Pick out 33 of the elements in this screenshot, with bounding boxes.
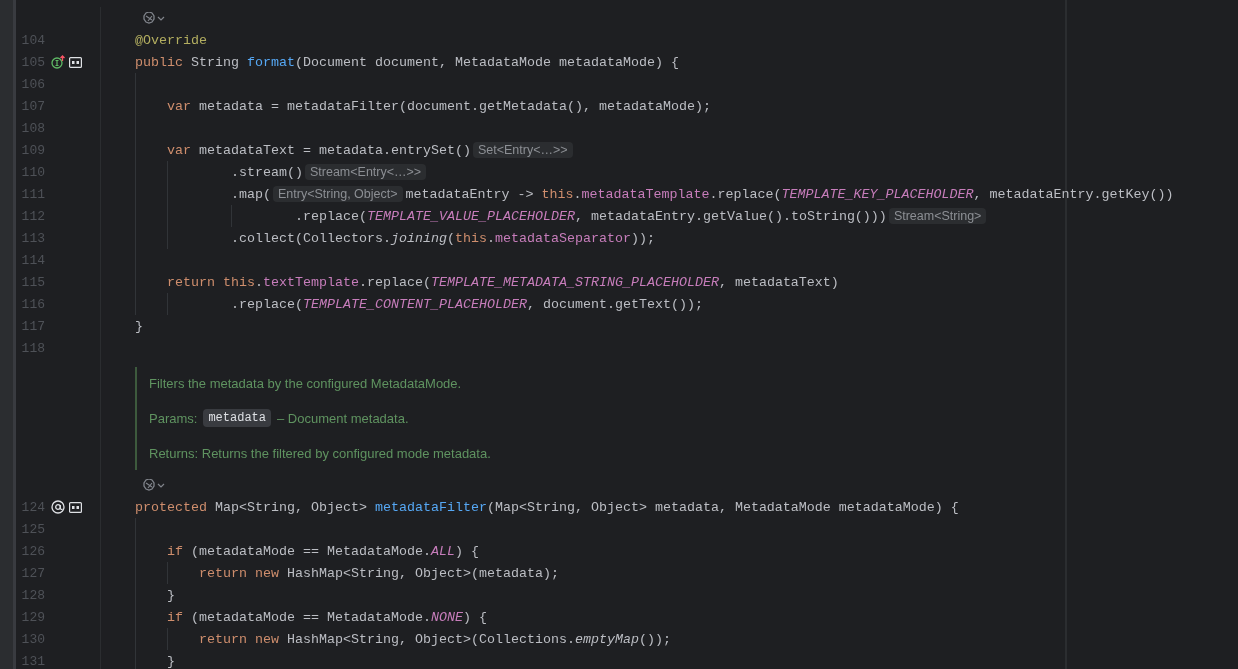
code-text: return new HashMap<String, Object>(metadata);: [199, 565, 559, 581]
code-text: .replace(TEMPLATE_VALUE_PLACEHOLDER, metadataEntry.getValue().toString())): [295, 208, 887, 224]
code-text: public String format(Document document, MetadataMode metadataMode) {: [135, 54, 679, 70]
render-doc-icon[interactable]: [69, 501, 82, 513]
code-text: .replace(TEMPLATE_CONTENT_PLACEHOLDER, document.getText());: [231, 296, 703, 312]
code-text: .collect(Collectors.joining(this.metadataSeparator));: [231, 230, 655, 246]
inlay-type-hint: Stream<Entry<…>>: [305, 164, 427, 180]
code-text: var metadata = metadataFilter(document.getMetadata(), metadataMode);: [167, 98, 711, 114]
code-text: return new HashMap<String, Object>(Collections.emptyMap());: [199, 631, 671, 647]
code-text: if (metadataMode == MetadataMode.NONE) {: [167, 609, 487, 625]
code-text: .stream(): [231, 164, 303, 180]
render-doc-icon[interactable]: [69, 56, 82, 68]
ai-actions-icon[interactable]: [143, 479, 167, 491]
inlay-type-hint: Entry<String, Object>: [273, 186, 403, 202]
ai-actions-icon[interactable]: [143, 12, 167, 24]
inlay-type-hint: Stream<String>: [888, 208, 987, 224]
code-text: metadataEntry -> this.metadataTemplate.replace(TEMPLATE_KEY_PLACEHOLDER, metadataEntry.getKey()): [405, 186, 1174, 202]
code-text: var metadataText = metadata.entrySet(): [167, 142, 471, 158]
code-text: protected Map<String, Object> metadataFilter(Map<String, Object> metadata, MetadataMode metadataMode) {: [135, 499, 959, 515]
doc-summary: Filters the metadata by the configured MetadataMode.: [149, 376, 462, 392]
code-text: @Override: [135, 32, 207, 48]
params-label: Params:: [149, 411, 198, 426]
code-text: return this.textTemplate.replace(TEMPLATE_METADATA_STRING_PLACEHOLDER, metadataText): [167, 274, 839, 290]
code-text: .map(: [231, 186, 271, 202]
inlay-type-hint: Set<Entry<…>>: [472, 142, 573, 158]
code-text: if (metadataMode == MetadataMode.ALL) {: [167, 543, 479, 559]
code-text: }: [135, 318, 143, 334]
at-sign-icon[interactable]: [51, 500, 65, 514]
returns-description: Returns: Returns the filtered by configured mode metadata.: [149, 445, 491, 461]
code-text: }: [167, 587, 175, 603]
code-text: }: [167, 653, 175, 669]
param-name: metadata: [203, 409, 271, 428]
param-description: – Document metadata.: [277, 411, 409, 426]
